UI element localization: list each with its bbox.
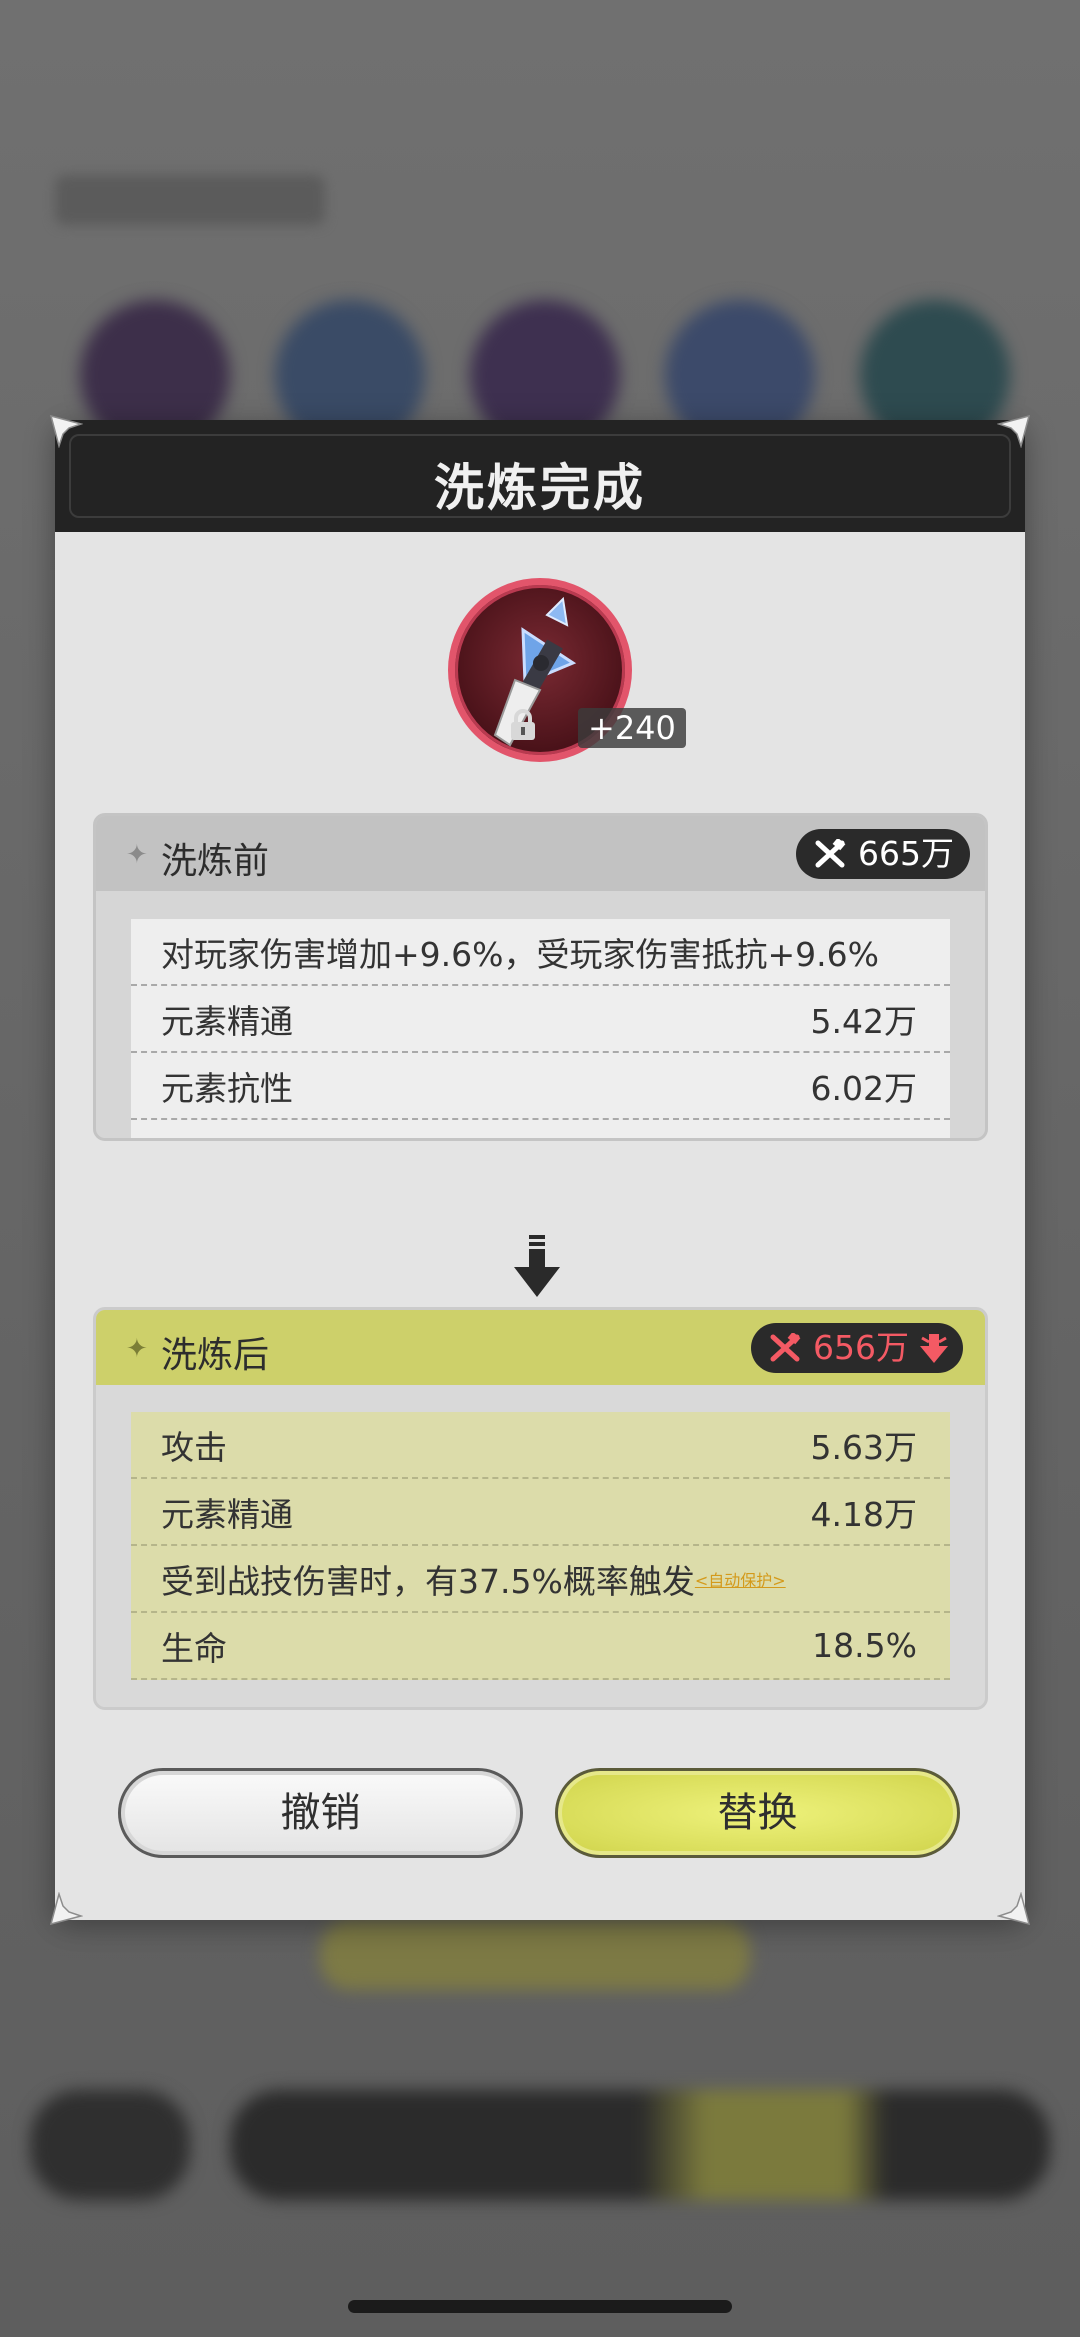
stat-value: 4.18万: [810, 1494, 917, 1534]
stat-label: 对玩家伤害增加+9.6%，受玩家伤害抵抗+9.6%: [161, 934, 879, 974]
stat-label: 元素抗性: [161, 1068, 293, 1108]
stat-label: 攻击: [161, 1427, 227, 1467]
stat-label: 生命: [161, 1628, 227, 1668]
after-section-header: ✦ 洗炼后 656万: [96, 1310, 985, 1385]
after-section: ✦ 洗炼后 656万 攻击 5.63万 元素精通 4.18万 受到战技伤害时，有…: [93, 1307, 988, 1710]
stat-value: 5.63万: [810, 1427, 917, 1467]
stat-label: 元素精通: [161, 1001, 293, 1041]
crossed-tools-icon: [815, 839, 846, 868]
stat-row: 受到战技伤害时，有37.5%概率触发 <自动保护>: [131, 1546, 950, 1613]
stat-value: 18.5%: [812, 1626, 917, 1665]
stat-row: 元素精通 5.42万: [131, 986, 950, 1053]
background-bar-blur: [230, 2090, 1050, 2200]
stat-row: 元素精通 4.18万: [131, 1479, 950, 1546]
dialog-header: 洗炼完成: [55, 420, 1025, 532]
background-bar-blur: [30, 2090, 190, 2200]
stat-row: 元素抗性 6.02万: [131, 1053, 950, 1120]
before-power-pill: 665万: [796, 829, 970, 879]
replace-button[interactable]: 替换: [555, 1768, 960, 1858]
home-indicator[interactable]: [348, 2300, 732, 2313]
before-section: ✦ 洗炼前 665万 对玩家伤害增加+9.6%，受玩家伤害抵抗+9.6% 元素精…: [93, 813, 988, 1141]
corner-ornament-icon: [49, 414, 84, 449]
stat-row: 对玩家伤害增加+9.6%，受玩家伤害抵抗+9.6%: [131, 919, 950, 986]
corner-ornament-icon: [996, 1891, 1031, 1926]
stat-label: 效果命中: [161, 1129, 811, 1139]
before-stat-list: 对玩家伤害增加+9.6%，受玩家伤害抵抗+9.6% 元素精通 5.42万 元素抗…: [131, 919, 950, 1139]
after-stat-list: 攻击 5.63万 元素精通 4.18万 受到战技伤害时，有37.5%概率触发 <…: [131, 1412, 950, 1680]
item-level-badge: +240: [578, 708, 686, 748]
stat-row: 攻击 5.63万: [131, 1412, 950, 1479]
cancel-button[interactable]: 撤销: [118, 1768, 523, 1858]
sparkle-icon: ✦: [126, 1334, 148, 1364]
corner-ornament-icon: [996, 414, 1031, 449]
stat-label: 受到战技伤害时，有37.5%概率触发: [161, 1561, 695, 1601]
background-title-blur: [55, 175, 325, 225]
stat-value: 5.42万: [810, 1001, 917, 1041]
lock-icon: [507, 708, 539, 742]
auto-protect-link[interactable]: <自动保护>: [695, 1567, 786, 1591]
stat-row: 效果命中 5.21万: [131, 1120, 950, 1139]
arrow-down-icon: [514, 1235, 560, 1297]
stat-label: 元素精通: [161, 1494, 293, 1534]
stat-row: 生命 18.5%: [131, 1613, 950, 1680]
before-section-header: ✦ 洗炼前 665万: [96, 816, 985, 891]
after-power-pill: 656万: [751, 1323, 963, 1373]
sparkle-icon: ✦: [126, 840, 148, 870]
after-power-value: 656万: [813, 1328, 909, 1367]
before-power-value: 665万: [858, 834, 954, 873]
before-section-title: 洗炼前: [161, 841, 270, 882]
crossed-tools-icon: [770, 1333, 801, 1362]
corner-ornament-icon: [49, 1891, 84, 1926]
stat-value: 6.02万: [810, 1068, 917, 1108]
power-down-arrow-icon: [920, 1334, 948, 1363]
dialog-title: 洗炼完成: [434, 459, 646, 517]
refine-result-dialog: 洗炼完成 +240 ✦ 洗炼前 665万 对玩家伤害增加+9.6%，受玩家伤害抵…: [49, 414, 1031, 1926]
background-button-blur: [320, 1920, 750, 1990]
stat-value: 5.21万: [811, 1129, 917, 1139]
after-section-title: 洗炼后: [161, 1335, 270, 1376]
